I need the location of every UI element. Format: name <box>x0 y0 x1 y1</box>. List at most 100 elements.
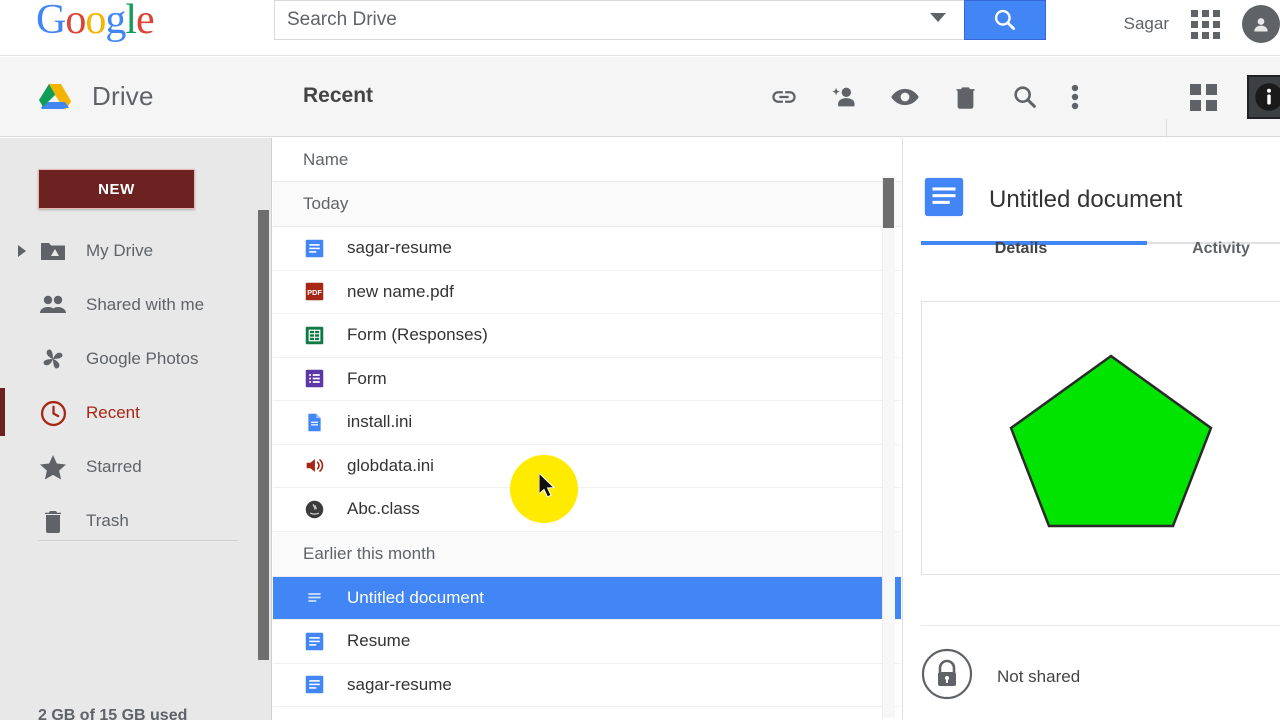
file-row-abc-class[interactable]: Abc.class <box>273 488 901 532</box>
more-vert-icon[interactable] <box>1071 82 1079 112</box>
clock-icon <box>38 400 68 427</box>
people-icon <box>38 294 68 316</box>
storage-usage-text: 2 GB of 15 GB used <box>38 707 188 720</box>
sidebar-item-label: My Drive <box>86 241 154 260</box>
file-row-sagar-resume-2[interactable]: sagar-resume <box>273 664 901 707</box>
new-button[interactable]: NEW <box>38 169 195 209</box>
lock-icon <box>921 648 973 705</box>
account-area: Sagar <box>1124 0 1280 48</box>
gdoc-icon <box>303 674 325 696</box>
sidebar-item-google-photos[interactable]: Google Photos <box>0 332 250 386</box>
file-row-install-ini[interactable]: install.ini <box>273 401 901 445</box>
file-name: globdata.ini <box>347 455 434 475</box>
file-row-form[interactable]: Form <box>273 358 901 401</box>
file-name: Abc.class <box>347 499 420 519</box>
file-name: Untitled document <box>347 587 485 607</box>
file-name: Form <box>347 368 387 388</box>
sidebar-item-starred[interactable]: Starred <box>0 440 250 494</box>
file-list-scrollbar[interactable] <box>882 176 895 718</box>
google-drive-window: Google Sagar <box>0 0 1280 720</box>
file-row-resume[interactable]: Resume <box>273 620 901 664</box>
avatar-icon[interactable] <box>1242 5 1280 43</box>
sidebar-item-label: Shared with me <box>86 295 205 314</box>
search-button[interactable] <box>964 0 1046 40</box>
file-name: Form (Responses) <box>347 325 488 345</box>
sidebar-scrollbar[interactable] <box>258 210 269 660</box>
file-name: new name.pdf <box>347 281 454 301</box>
file-list-scroll-thumb[interactable] <box>883 178 894 228</box>
sidebar-item-my-drive[interactable]: My Drive <box>0 224 250 278</box>
file-row-sagar-resume[interactable]: sagar-resume <box>273 227 901 271</box>
sidebar-item-label: Google Photos <box>86 349 199 368</box>
tab-activity[interactable]: Activity <box>1121 240 1280 258</box>
add-person-icon[interactable] <box>830 83 858 111</box>
column-header-name[interactable]: Name <box>273 138 901 182</box>
java-icon <box>303 498 325 520</box>
pdf-icon: PDF <box>303 281 325 303</box>
sidebar-item-label: Recent <box>86 403 140 422</box>
search-icon[interactable] <box>1011 83 1039 111</box>
info-icon[interactable] <box>1247 75 1280 119</box>
eye-icon[interactable] <box>890 82 920 112</box>
sidebar-nav: My Drive Shared with me Google Photos Re… <box>0 224 250 548</box>
sharing-status-row: Not shared <box>921 648 1080 705</box>
details-tabs: Details Activity <box>921 240 1280 258</box>
page-title: Recent <box>303 84 374 107</box>
sidebar-item-label: Starred <box>86 457 142 476</box>
avatar-glyph-icon <box>1254 18 1268 32</box>
trash-icon[interactable] <box>952 84 979 111</box>
google-logo[interactable]: Google <box>36 0 155 44</box>
sidebar-divider <box>38 540 238 541</box>
gdoc-icon <box>303 630 325 652</box>
chevron-down-icon[interactable] <box>930 13 946 22</box>
details-panel: Untitled document Details Activity Not s… <box>902 138 1280 720</box>
toolbar-actions <box>770 57 1079 137</box>
gdoc-icon <box>303 587 325 609</box>
tab-details[interactable]: Details <box>921 240 1121 258</box>
folder-drive-icon <box>38 240 68 262</box>
photos-pinwheel-icon <box>38 346 68 372</box>
sharing-status-label: Not shared <box>997 666 1081 686</box>
sidebar-item-shared-with-me[interactable]: Shared with me <box>0 278 250 332</box>
gdoc-icon <box>921 174 967 225</box>
google-topbar: Google Sagar <box>0 0 1280 56</box>
gdoc-icon <box>303 237 325 259</box>
link-icon[interactable] <box>770 83 798 111</box>
chevron-right-icon[interactable] <box>18 245 26 257</box>
apps-grid-icon[interactable] <box>1191 9 1220 39</box>
document-preview[interactable] <box>921 301 1280 575</box>
sidebar-item-label: Trash <box>86 511 129 530</box>
group-header-today: Today <box>273 182 901 227</box>
sidebar: NEW My Drive Shared with me Google Photo… <box>0 138 272 720</box>
grid-view-icon[interactable] <box>1190 83 1217 111</box>
audio-icon <box>303 455 325 477</box>
search-icon <box>994 9 1016 31</box>
details-divider <box>921 625 1280 626</box>
file-name: sagar-resume <box>347 238 452 258</box>
drive-brand-label[interactable]: Drive <box>92 81 154 112</box>
pentagon-shape-icon <box>1009 354 1213 528</box>
details-file-title: Untitled document <box>989 185 1183 213</box>
file-name: Resume <box>347 631 411 651</box>
file-name: install.ini <box>347 412 413 432</box>
account-name[interactable]: Sagar <box>1124 14 1169 34</box>
file-name: sagar-resume <box>347 674 452 694</box>
view-controls <box>1190 57 1280 137</box>
file-row-new-name-pdf[interactable]: PDF new name.pdf <box>273 271 901 314</box>
file-row-globdata-ini[interactable]: globdata.ini <box>273 445 901 488</box>
sidebar-item-recent[interactable]: Recent <box>0 386 250 440</box>
trash-icon <box>38 508 68 534</box>
star-icon <box>38 454 68 481</box>
gform-icon <box>303 368 325 390</box>
drive-header: Drive Recent <box>0 57 1280 175</box>
file-row-form-responses[interactable]: Form (Responses) <box>273 314 901 358</box>
search-bar <box>274 0 1046 40</box>
gsheet-icon <box>303 324 325 346</box>
details-header: Untitled document <box>903 138 1280 225</box>
file-row-untitled-document[interactable]: Untitled document <box>273 576 901 620</box>
search-input[interactable] <box>274 0 964 40</box>
drive-logo-icon[interactable] <box>38 83 72 118</box>
file-icon <box>303 411 325 433</box>
file-list: Name Today sagar-resume PDF new name.pdf… <box>273 138 901 720</box>
group-header-earlier-this-month: Earlier this month <box>273 531 901 577</box>
